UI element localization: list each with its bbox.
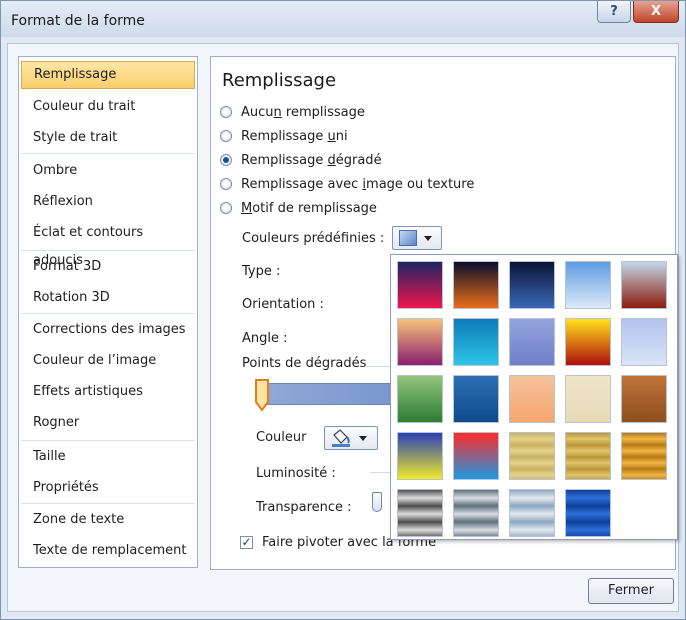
dialog-title: Format de la forme — [11, 13, 145, 29]
transparency-label: Transparence : — [256, 500, 352, 515]
preset-gradient-tile[interactable] — [397, 375, 443, 423]
preset-gradient-tile[interactable] — [621, 261, 667, 309]
group-divider — [366, 366, 390, 367]
preset-gradient-tile[interactable] — [453, 318, 499, 366]
sidebar-item[interactable]: Texte de remplacement — [21, 537, 195, 565]
paint-bucket-icon — [332, 429, 350, 447]
preset-gradient-tile[interactable] — [509, 432, 555, 480]
radio-solid-fill[interactable]: Remplissage uni — [220, 126, 348, 146]
sidebar-item[interactable]: Style de trait — [21, 124, 195, 152]
category-list: Remplissage Couleur du trait Style de trai… — [18, 56, 198, 568]
preset-gradient-tile[interactable] — [509, 375, 555, 423]
preset-gradient-tile[interactable] — [397, 432, 443, 480]
sidebar-item[interactable]: Réflexion — [21, 188, 195, 216]
preset-gradient-tile[interactable] — [565, 432, 611, 480]
preset-gradient-tile[interactable] — [565, 318, 611, 366]
sidebar-item[interactable]: Ombre — [21, 157, 195, 185]
preset-gradient-tile[interactable] — [621, 432, 667, 480]
sidebar-item[interactable]: Corrections des images — [21, 316, 195, 344]
preset-gradient-tile[interactable] — [453, 261, 499, 309]
close-button[interactable]: X — [633, 1, 679, 23]
preset-gradient-tile[interactable] — [565, 261, 611, 309]
gradient-stop-handle[interactable] — [254, 378, 270, 412]
sidebar-divider — [21, 440, 195, 441]
sidebar-item[interactable]: Format 3D — [21, 253, 195, 281]
luminosity-label: Luminosité : — [256, 466, 336, 481]
sidebar-item[interactable]: Couleur du trait — [21, 93, 195, 121]
preset-gradient-tile[interactable] — [509, 318, 555, 366]
close-icon: X — [650, 4, 662, 19]
sidebar-divider — [21, 153, 195, 154]
transparency-slider-thumb[interactable] — [372, 492, 382, 512]
radio-button-selected[interactable] — [220, 154, 232, 166]
preset-gradient-tile[interactable] — [621, 318, 667, 366]
preset-colors-dropdown[interactable] — [392, 226, 442, 250]
preset-gradient-tile[interactable] — [509, 489, 555, 537]
sidebar-divider — [21, 250, 195, 251]
title-bar[interactable]: Format de la forme ? X — [1, 1, 685, 37]
sidebar-divider — [21, 503, 195, 504]
sidebar-item[interactable]: Éclat et contours adoucis — [21, 219, 195, 268]
chevron-down-icon — [359, 435, 367, 441]
sidebar-item[interactable]: Effets artistiques — [21, 378, 195, 406]
gradient-bar[interactable] — [262, 383, 392, 405]
preset-gradient-tile[interactable] — [453, 432, 499, 480]
preset-gradient-tile[interactable] — [565, 489, 611, 537]
gradient-stops-label: Points de dégradés — [242, 356, 367, 371]
color-dropdown[interactable] — [324, 426, 378, 450]
sidebar-divider — [21, 313, 195, 314]
sidebar-item[interactable]: Taille — [21, 443, 195, 471]
preset-colors-label: Couleurs prédéfinies : — [242, 231, 385, 246]
radio-gradient-fill[interactable]: Remplissage dégradé — [220, 150, 382, 170]
preset-gradient-tile[interactable] — [509, 261, 555, 309]
angle-label: Angle : — [242, 331, 288, 346]
luminosity-slider-track[interactable] — [370, 472, 390, 473]
sidebar-item[interactable]: Zone de texte — [21, 506, 195, 534]
orientation-label: Orientation : — [242, 297, 324, 312]
sidebar-item[interactable]: Rotation 3D — [21, 284, 195, 312]
help-button[interactable]: ? — [597, 1, 631, 23]
close-dialog-button[interactable]: Fermer — [588, 578, 674, 604]
preset-gradient-tile[interactable] — [397, 489, 443, 537]
preset-gradient-tile[interactable] — [621, 375, 667, 423]
preset-gradient-tile[interactable] — [453, 375, 499, 423]
radio-button[interactable] — [220, 178, 232, 190]
preset-gradient-tile[interactable] — [397, 261, 443, 309]
preset-gradient-tile[interactable] — [453, 489, 499, 537]
preset-gradient-tile[interactable] — [397, 318, 443, 366]
panel-heading: Remplissage — [222, 70, 337, 91]
sidebar-item[interactable]: Couleur de l’image — [21, 347, 195, 375]
radio-pattern-fill[interactable]: Motif de remplissage — [220, 198, 377, 218]
radio-no-fill[interactable]: Aucun remplissage — [220, 102, 365, 122]
sidebar-item[interactable]: Rogner — [21, 409, 195, 437]
radio-button[interactable] — [220, 130, 232, 142]
radio-button[interactable] — [220, 106, 232, 118]
gradient-swatch-icon — [399, 230, 417, 246]
preset-gradient-tile[interactable] — [565, 375, 611, 423]
sidebar-item[interactable]: Propriétés — [21, 474, 195, 502]
type-label: Type : — [242, 264, 281, 279]
rotate-with-shape-checkbox[interactable]: ✓ — [240, 536, 253, 549]
radio-button[interactable] — [220, 202, 232, 214]
sidebar-item[interactable]: Remplissage — [21, 61, 195, 89]
preset-gradients-gallery — [390, 254, 678, 540]
help-icon: ? — [610, 4, 618, 19]
color-label: Couleur — [256, 430, 307, 445]
chevron-down-icon — [424, 235, 432, 241]
radio-picture-fill[interactable]: Remplissage avec image ou texture — [220, 174, 474, 194]
